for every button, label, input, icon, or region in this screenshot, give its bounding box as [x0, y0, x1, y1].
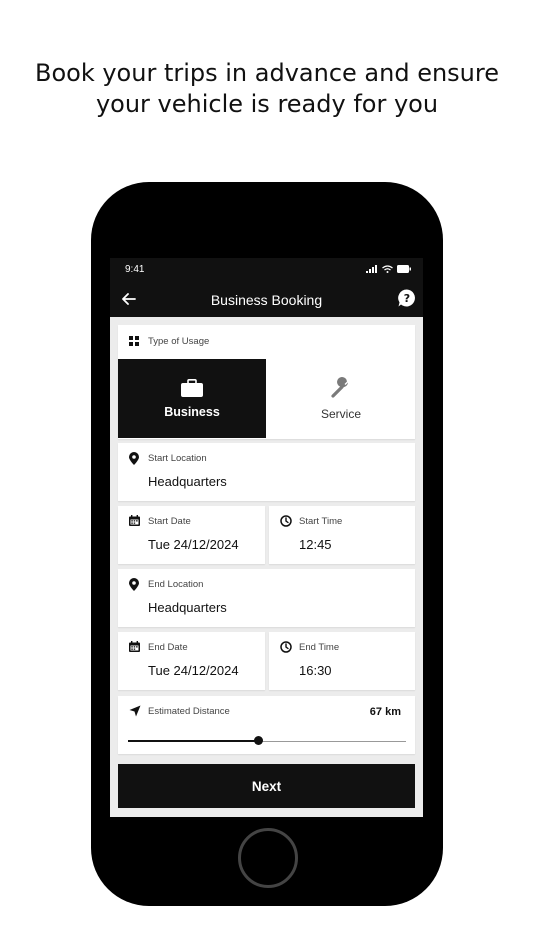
signal-icon	[366, 265, 377, 273]
estimated-distance-label: Estimated Distance	[148, 706, 230, 717]
end-date-value: Tue 24/12/2024	[148, 663, 239, 678]
end-date-field[interactable]: End Date Tue 24/12/2024	[118, 632, 265, 690]
start-location-label: Start Location	[148, 453, 207, 464]
headline: Book your trips in advance and ensure yo…	[0, 58, 534, 120]
app-bar: Business Booking ?	[110, 282, 423, 317]
end-time-field[interactable]: End Time 16:30	[269, 632, 415, 690]
clock-icon	[280, 641, 292, 653]
usage-option-business[interactable]: Business	[118, 359, 266, 438]
status-time: 9:41	[125, 264, 145, 275]
wrench-icon	[331, 377, 348, 398]
usage-option-service[interactable]: Service	[267, 359, 415, 438]
end-location-label: End Location	[148, 579, 204, 590]
start-location-value: Headquarters	[148, 474, 227, 489]
end-location-value: Headquarters	[148, 600, 227, 615]
start-date-label: Start Date	[148, 516, 191, 527]
estimated-distance-value: 67 km	[369, 706, 401, 718]
start-time-field[interactable]: Start Time 12:45	[269, 506, 415, 564]
estimated-distance-card: Estimated Distance 67 km	[118, 696, 415, 754]
usage-type-label: Type of Usage	[148, 336, 210, 347]
usage-option-service-label: Service	[320, 407, 361, 421]
map-pin-icon	[129, 578, 139, 591]
end-date-label: End Date	[148, 642, 188, 653]
start-time-value: 12:45	[299, 537, 332, 552]
battery-icon	[397, 265, 411, 273]
next-button[interactable]: Next	[118, 764, 415, 808]
clock-icon	[280, 515, 292, 527]
status-bar: 9:41	[110, 258, 423, 282]
app-screen: 9:41 Business Booking ? Type of Usage Bu…	[110, 258, 423, 817]
start-location-field[interactable]: Start Location Headquarters	[118, 443, 415, 501]
usage-type-card: Type of Usage Business Service	[118, 325, 415, 439]
usage-option-business-label: Business	[164, 405, 220, 419]
calendar-icon	[129, 515, 140, 526]
end-time-value: 16:30	[299, 663, 332, 678]
status-icons	[366, 265, 411, 273]
wifi-icon	[382, 265, 393, 273]
help-bubble-icon[interactable]: ?	[397, 288, 417, 308]
briefcase-icon	[181, 379, 203, 397]
distance-slider-thumb[interactable]	[254, 736, 264, 745]
page-title: Business Booking	[210, 292, 323, 308]
map-pin-icon	[129, 452, 139, 465]
headline-line-2: your vehicle is ready for you	[95, 90, 439, 118]
start-date-value: Tue 24/12/2024	[148, 537, 239, 552]
navigation-arrow-icon	[129, 705, 141, 717]
start-date-field[interactable]: Start Date Tue 24/12/2024	[118, 506, 265, 564]
distance-slider-fill	[128, 740, 259, 742]
start-time-label: Start Time	[299, 516, 343, 527]
headline-line-1: Book your trips in advance and ensure	[34, 59, 499, 87]
grid-icon	[129, 336, 139, 346]
home-button[interactable]	[238, 828, 298, 888]
end-location-field[interactable]: End Location Headquarters	[118, 569, 415, 627]
svg-text:?: ?	[404, 292, 410, 305]
end-time-label: End Time	[299, 642, 340, 653]
calendar-icon	[129, 641, 140, 652]
